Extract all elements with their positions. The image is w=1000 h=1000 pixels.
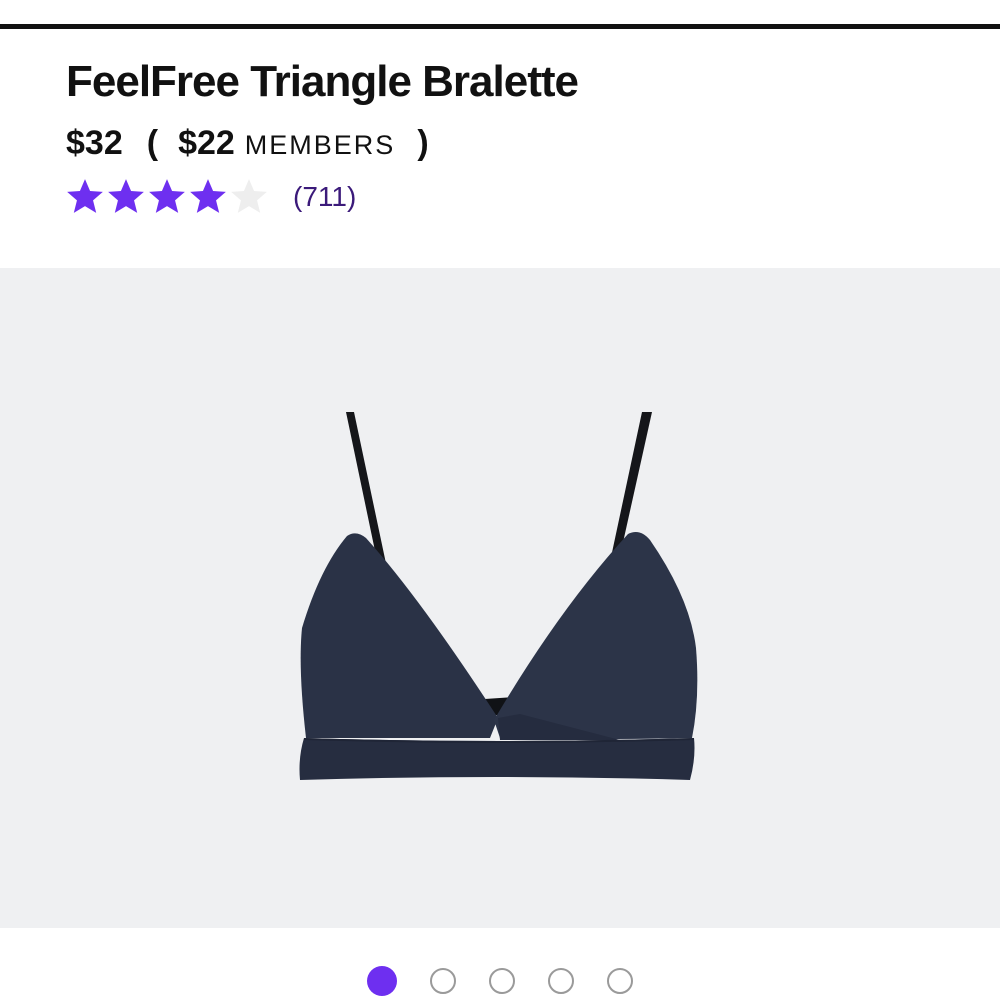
star-icon [231, 179, 267, 213]
member-price-open-paren: ( [146, 124, 159, 162]
price-row: $32 ( $22 MEMBERS ) [66, 124, 429, 172]
carousel-dot[interactable] [607, 968, 633, 994]
underband [299, 738, 695, 780]
right-cup [494, 532, 698, 739]
product-page: FeelFree Triangle Bralette $32 ( $22 MEM… [0, 0, 1000, 1000]
carousel-pagination [0, 964, 1000, 998]
member-price-label: MEMBERS [244, 130, 396, 160]
member-price-close-paren: ) [417, 124, 429, 162]
header-divider [0, 24, 1000, 29]
product-title: FeelFree Triangle Bralette [66, 57, 579, 106]
star-icon [190, 179, 226, 213]
carousel-dot[interactable] [430, 968, 456, 994]
product-image [299, 412, 698, 780]
star-icon [67, 179, 103, 213]
rating-row[interactable]: (711) [64, 174, 356, 220]
member-price: $22 [178, 124, 235, 162]
product-image-gallery[interactable] [0, 268, 1000, 928]
star-icon [108, 179, 144, 213]
left-cup [300, 533, 498, 738]
carousel-dot[interactable] [548, 968, 574, 994]
review-count-link[interactable]: (711) [293, 181, 356, 213]
star-icon [149, 179, 185, 213]
carousel-dot[interactable] [367, 966, 397, 996]
carousel-dot[interactable] [489, 968, 515, 994]
regular-price: $32 [66, 124, 123, 162]
star-rating [64, 176, 269, 218]
